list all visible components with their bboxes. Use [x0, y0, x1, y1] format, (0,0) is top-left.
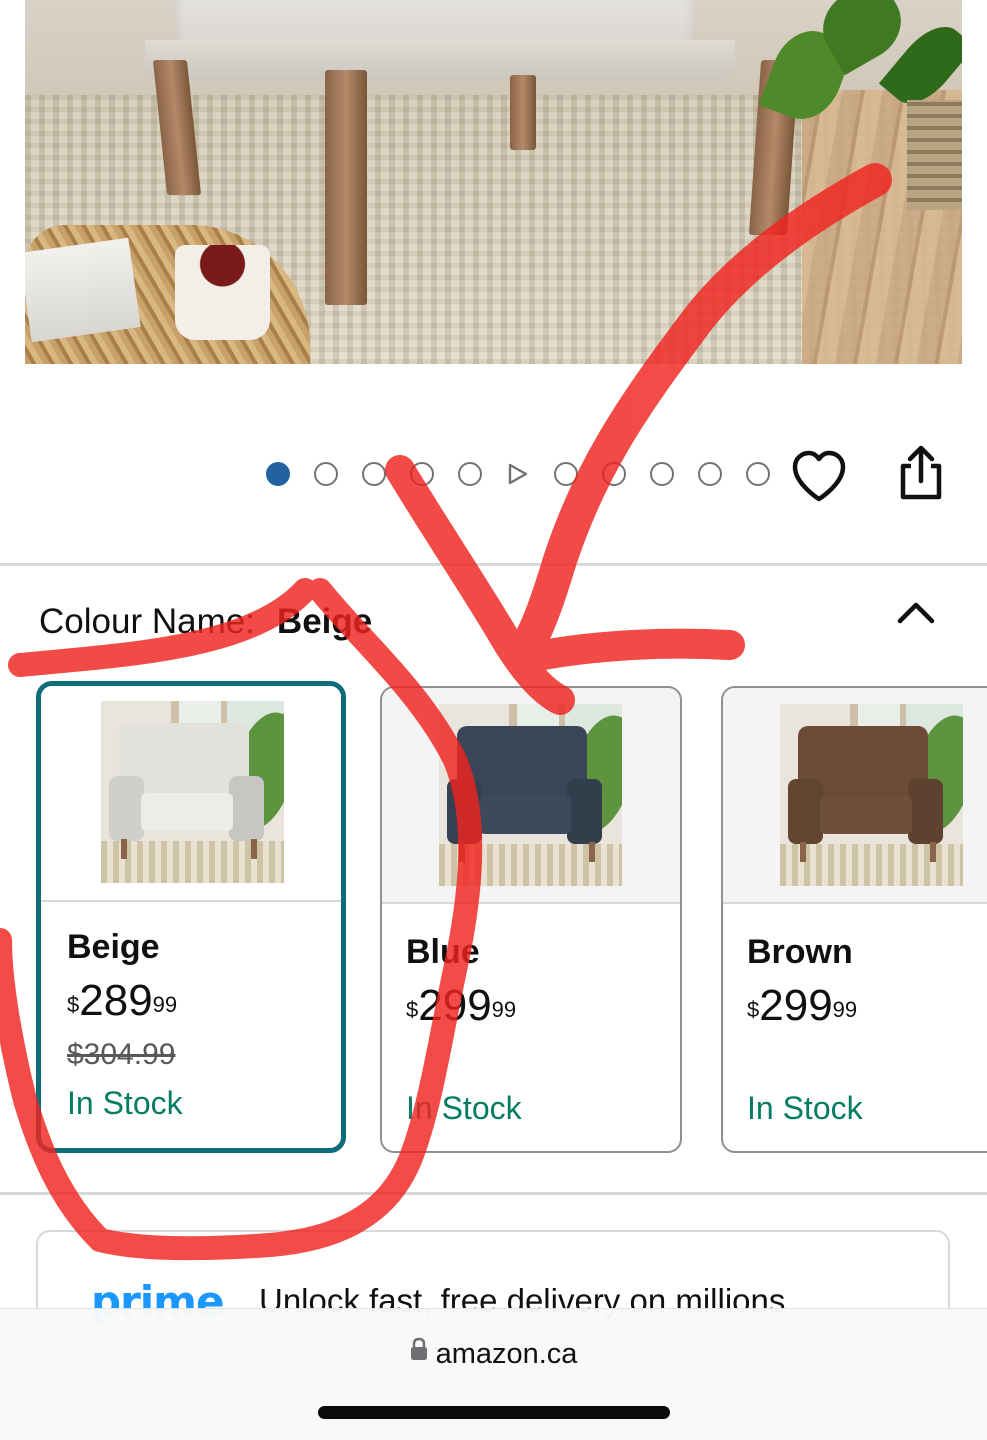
colour-swatch-blue[interactable]: Blue $29999 In Stock	[380, 686, 682, 1153]
wishlist-button[interactable]	[790, 448, 848, 504]
swatch-colour-name: Beige	[67, 928, 160, 966]
chair-cushion	[479, 796, 571, 834]
carousel-dot[interactable]	[458, 462, 482, 486]
chair-cushion	[141, 793, 233, 831]
chair-leg	[800, 842, 806, 862]
chair-skirt	[145, 40, 735, 80]
carousel-dot[interactable]	[362, 462, 386, 486]
chair-leg	[589, 842, 595, 862]
colour-swatch-beige[interactable]: Beige $28999 $304.99 In Stock	[36, 681, 346, 1153]
price-fraction: 99	[491, 997, 517, 1022]
price-whole: 299	[759, 981, 833, 1030]
chair-leg	[510, 75, 536, 150]
swatch-price: $28999	[67, 977, 177, 1035]
play-icon	[508, 463, 528, 485]
price-currency: $	[67, 992, 80, 1017]
list-price: $304.99	[67, 1038, 176, 1071]
swatch-divider	[723, 902, 987, 904]
plant-pot	[907, 100, 962, 210]
chair-arm	[908, 779, 943, 844]
share-button[interactable]	[893, 444, 949, 502]
chevron-up-icon	[897, 602, 935, 624]
chair-arm	[788, 779, 823, 844]
chair-arm	[109, 776, 144, 841]
price-whole: 299	[418, 981, 492, 1030]
chair-thumbnail	[780, 704, 963, 886]
swatch-colour-name: Brown	[747, 933, 853, 971]
carousel-dot[interactable]	[746, 462, 770, 486]
carousel-dot-active[interactable]	[266, 462, 290, 486]
carousel-dot[interactable]	[554, 462, 578, 486]
carousel-dot[interactable]	[314, 462, 338, 486]
carousel-dot[interactable]	[650, 462, 674, 486]
price-whole: 289	[79, 976, 153, 1025]
price-fraction: 99	[832, 997, 858, 1022]
stock-status: In Stock	[67, 1085, 183, 1121]
chair-arm	[447, 779, 482, 844]
chair-leg	[251, 839, 257, 859]
selected-colour: Beige	[276, 602, 373, 641]
address-bar[interactable]: amazon.ca	[0, 1336, 987, 1372]
swatch-price: $29999	[747, 982, 857, 1040]
chair-arm	[229, 776, 264, 841]
chair-leg	[121, 839, 127, 859]
swatch-divider	[41, 900, 341, 902]
price-fraction: 99	[152, 992, 178, 1017]
chair-thumbnail	[439, 704, 622, 886]
swatch-price: $29999	[406, 982, 516, 1040]
book	[25, 237, 141, 343]
stock-status: In Stock	[747, 1090, 863, 1126]
chair-arm	[567, 779, 602, 844]
carousel-dot[interactable]	[602, 462, 626, 486]
url-text: amazon.ca	[435, 1338, 578, 1370]
carousel-dot[interactable]	[410, 462, 434, 486]
image-carousel-indicator[interactable]	[266, 462, 794, 486]
video-slide-indicator[interactable]	[506, 462, 530, 486]
colour-swatch-brown[interactable]: Brown $29999 In Stock	[721, 686, 987, 1153]
stock-status: In Stock	[406, 1090, 522, 1126]
tea-mug	[175, 245, 270, 340]
price-currency: $	[747, 997, 760, 1022]
swatch-colour-name: Blue	[406, 933, 480, 971]
section-divider	[0, 1192, 987, 1195]
collapse-variations-button[interactable]	[896, 597, 936, 627]
chair-leg	[930, 842, 936, 862]
product-hero-image[interactable]	[25, 0, 962, 364]
swatch-image-area	[382, 688, 680, 902]
swatch-divider	[382, 902, 680, 904]
browser-toolbar	[0, 1308, 987, 1440]
share-icon	[900, 445, 942, 500]
swatch-image-area	[723, 688, 987, 902]
swatch-image-area	[41, 686, 341, 900]
price-currency: $	[406, 997, 419, 1022]
chair-leg	[459, 842, 465, 862]
colour-name-row: Colour Name: Beige	[39, 600, 372, 644]
colour-label: Colour Name:	[39, 602, 255, 641]
carousel-dot[interactable]	[698, 462, 722, 486]
lock-icon	[410, 1336, 428, 1369]
home-indicator[interactable]	[318, 1406, 670, 1419]
heart-icon	[792, 450, 846, 502]
section-divider	[0, 563, 987, 566]
chair-cushion	[820, 796, 912, 834]
chair-leg	[325, 70, 367, 305]
chair-thumbnail	[101, 701, 284, 883]
